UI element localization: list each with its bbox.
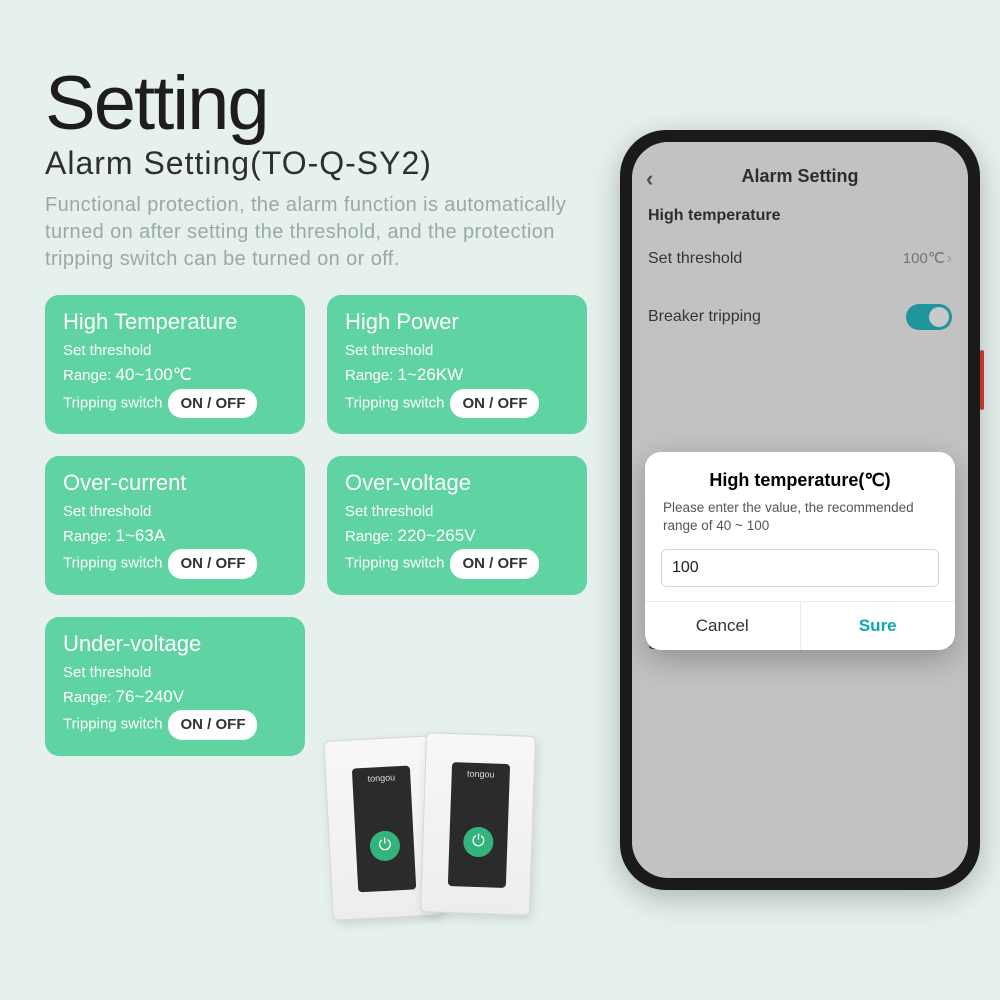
row-set-threshold[interactable]: Set threshold 100℃› [632,231,968,286]
card-tripping: Tripping switchON / OFF [345,549,569,578]
page-title: Setting [45,60,605,147]
card-high-temperature: High Temperature Set threshold Range: 40… [45,295,305,434]
dialog-title: High temperature(℃) [645,452,955,495]
onoff-pill: ON / OFF [168,549,257,578]
card-tripping: Tripping switchON / OFF [63,389,287,418]
card-high-power: High Power Set threshold Range: 1~26KW T… [327,295,587,434]
card-range: Range: 220~265V [345,523,569,549]
card-title: High Temperature [63,309,287,335]
toggle-on[interactable] [906,304,952,330]
power-icon: ⏻ [463,827,494,858]
card-under-voltage: Under-voltage Set threshold Range: 76~24… [45,617,305,756]
threshold-input[interactable]: 100 [661,549,939,587]
card-set-label: Set threshold [63,339,287,362]
screen-title: ‹ Alarm Setting [632,152,968,197]
card-range: Range: 76~240V [63,684,287,710]
card-title: Over-voltage [345,470,569,496]
section-title-high-temp: High temperature [632,197,968,231]
card-tripping: Tripping switchON / OFF [63,549,287,578]
onoff-pill: ON / OFF [168,389,257,418]
card-set-label: Set threshold [63,500,287,523]
chevron-right-icon: › [947,250,952,267]
device-product-image: tongou ⏻ tongou ⏻ [328,728,588,928]
card-range: Range: 1~63A [63,523,287,549]
onoff-pill: ON / OFF [168,710,257,739]
device-brand-label: tongou [452,768,510,780]
card-title: High Power [345,309,569,335]
back-icon[interactable]: ‹ [646,166,653,192]
card-over-voltage: Over-voltage Set threshold Range: 220~26… [327,456,587,595]
page-subtitle: Alarm Setting(TO-Q-SY2) [45,145,605,182]
sure-button[interactable]: Sure [801,602,956,650]
card-range: Range: 1~26KW [345,362,569,388]
page-description: Functional protection, the alarm functio… [45,192,605,273]
cancel-button[interactable]: Cancel [645,602,801,650]
phone-mockup: ‹ Alarm Setting High temperature Set thr… [620,130,980,890]
dialog-high-temperature: High temperature(℃) Please enter the val… [645,452,955,650]
onoff-pill: ON / OFF [450,389,539,418]
dialog-subtitle: Please enter the value, the recommended … [645,495,955,545]
card-range: Range: 40~100℃ [63,362,287,388]
card-over-current: Over-current Set threshold Range: 1~63A … [45,456,305,595]
card-title: Over-current [63,470,287,496]
card-tripping: Tripping switchON / OFF [345,389,569,418]
card-set-label: Set threshold [63,661,287,684]
card-set-label: Set threshold [345,339,569,362]
card-set-label: Set threshold [345,500,569,523]
onoff-pill: ON / OFF [450,549,539,578]
device-brand-label: tongou [352,772,410,785]
card-tripping: Tripping switchON / OFF [63,710,287,739]
feature-cards-grid: High Temperature Set threshold Range: 40… [45,295,605,756]
row-breaker-tripping[interactable]: Breaker tripping [632,286,968,348]
power-icon: ⏻ [369,831,401,863]
card-title: Under-voltage [63,631,287,657]
